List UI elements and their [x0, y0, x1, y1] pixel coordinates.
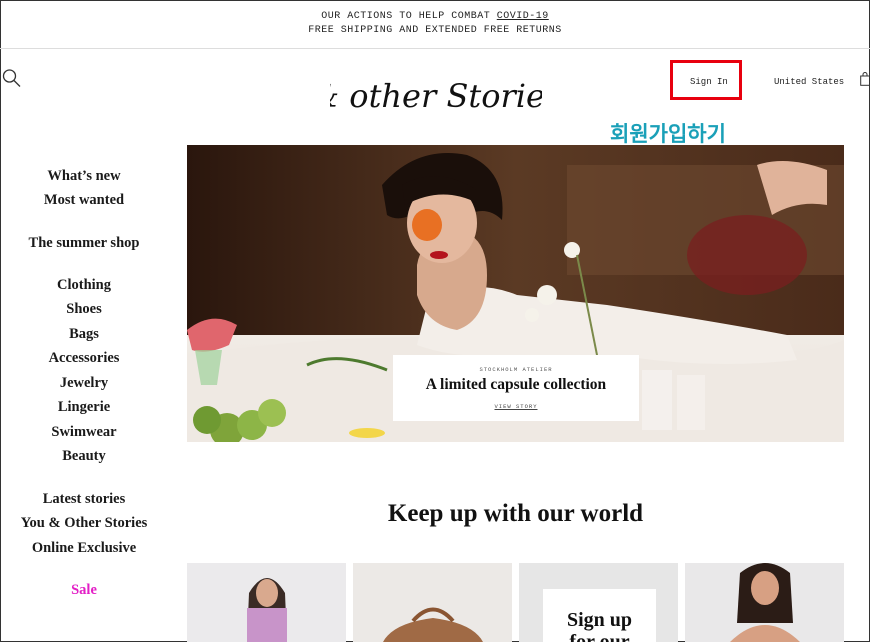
sidebar-item-sale[interactable]: Sale [0, 582, 168, 599]
sidebar-item-most-wanted[interactable]: Most wanted [0, 192, 168, 209]
sidebar-item-you-and-other-stories[interactable]: You & Other Stories [0, 515, 168, 532]
signup-card[interactable]: Sign up for our [543, 589, 656, 642]
sidebar-item-summer-shop[interactable]: The summer shop [0, 235, 168, 252]
signup-line-1: Sign up [566, 609, 633, 631]
hero-eyebrow: STOCKHOLM ATELIER [479, 366, 553, 373]
sidebar-item-jewelry[interactable]: Jewelry [0, 375, 168, 392]
logo-text: & other Stories [330, 77, 542, 115]
brand-logo[interactable]: & other Stories [330, 75, 542, 119]
view-story-link[interactable]: VIEW STORY [393, 403, 639, 410]
section-title: Keep up with our world [387, 500, 644, 527]
sidebar-item-latest-stories[interactable]: Latest stories [0, 491, 168, 508]
announcement-line-2: FREE SHIPPING AND EXTENDED FREE RETURNS [308, 25, 562, 36]
sidebar-item-online-exclusive[interactable]: Online Exclusive [0, 540, 168, 557]
sidebar-item-bags[interactable]: Bags [0, 326, 168, 343]
sidebar-item-clothing[interactable]: Clothing [0, 277, 168, 294]
sidebar-item-swimwear[interactable]: Swimwear [0, 424, 168, 441]
shopping-bag-icon[interactable] [860, 72, 870, 86]
story-tile-2[interactable] [353, 563, 512, 642]
country-selector[interactable]: United States [774, 77, 844, 87]
hero-title: A limited capsule collection [425, 376, 607, 393]
sign-in-link[interactable]: Sign In [690, 77, 728, 87]
sidebar-item-accessories[interactable]: Accessories [0, 350, 168, 367]
hero-caption-card: STOCKHOLM ATELIER A limited capsule coll… [393, 355, 639, 421]
sidebar-item-whats-new[interactable]: What’s new [0, 168, 168, 185]
sidebar-item-lingerie[interactable]: Lingerie [0, 399, 168, 416]
annotation-label: 회원가입하기 [610, 122, 726, 146]
story-tile-1[interactable] [187, 563, 346, 642]
announcement-line-1: OUR ACTIONS TO HELP COMBAT COVID-19 [0, 11, 870, 22]
search-icon[interactable] [2, 68, 22, 88]
sidebar-item-shoes[interactable]: Shoes [0, 301, 168, 318]
signup-line-2: for our [569, 631, 630, 642]
announcement-bar: OUR ACTIONS TO HELP COMBAT COVID-19 FREE… [0, 0, 870, 49]
covid-link[interactable]: COVID-19 [497, 11, 549, 22]
story-tile-4[interactable] [685, 563, 844, 642]
sidebar-item-beauty[interactable]: Beauty [0, 448, 168, 465]
announcement-text: OUR ACTIONS TO HELP COMBAT [321, 11, 497, 22]
